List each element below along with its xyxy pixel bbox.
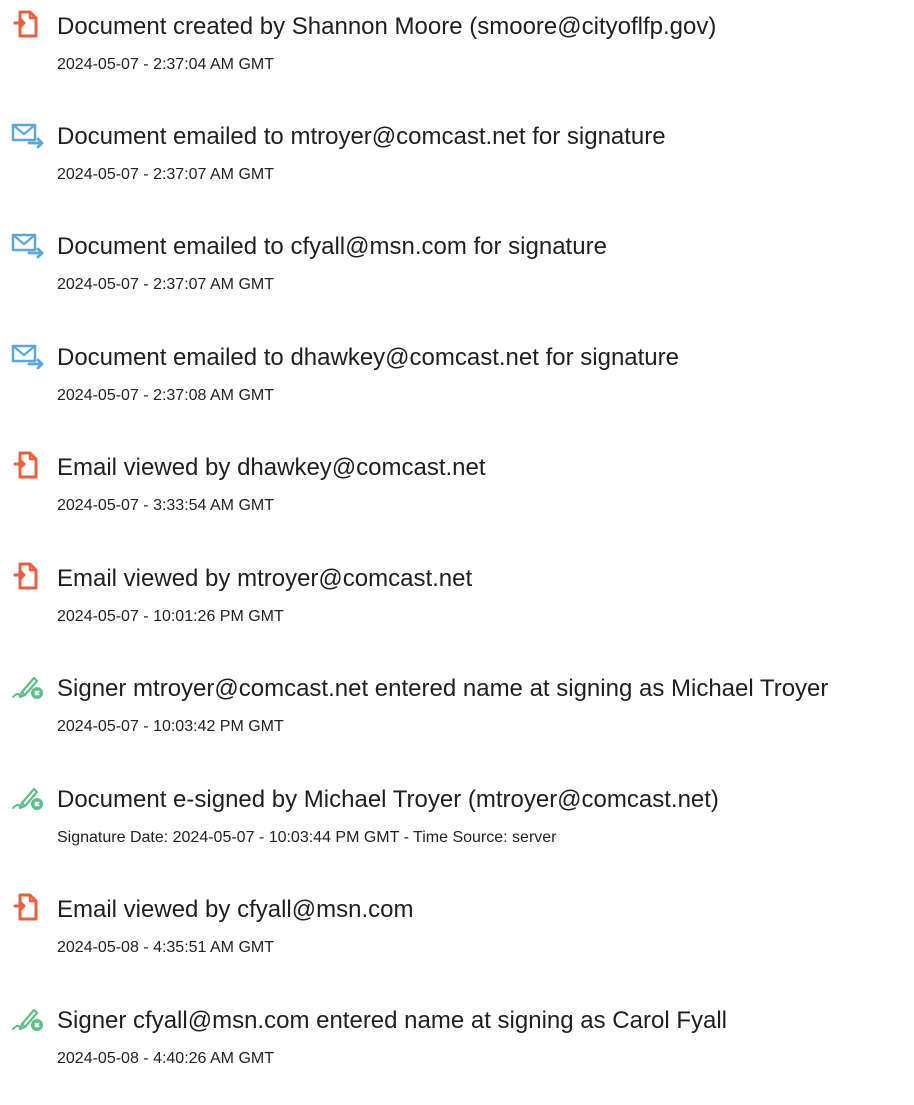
document-icon — [10, 561, 46, 591]
event-description: Signer mtroyer@comcast.net entered name … — [57, 675, 829, 702]
event-timestamp: 2024-05-07 - 10:01:26 PM GMT — [57, 608, 284, 625]
event-description: Document emailed to mtroyer@comcast.net … — [57, 123, 666, 150]
event-timestamp: 2024-05-07 - 10:03:42 PM GMT — [57, 718, 284, 735]
event-timestamp: 2024-05-07 - 2:37:07 AM GMT — [57, 166, 274, 183]
event-description: Email viewed by mtroyer@comcast.net — [57, 565, 473, 592]
event-timestamp: 2024-05-07 - 3:33:54 AM GMT — [57, 497, 274, 514]
esign-icon — [10, 1003, 46, 1033]
event-description: Document created by Shannon Moore (smoor… — [57, 13, 717, 40]
event-description: Email viewed by dhawkey@comcast.net — [57, 454, 486, 481]
event-timestamp: Signature Date: 2024-05-07 - 10:03:44 PM… — [57, 829, 557, 846]
event-timestamp: 2024-05-07 - 2:37:07 AM GMT — [57, 276, 274, 293]
email-icon — [10, 119, 46, 149]
event-description: Email viewed by cfyall@msn.com — [57, 896, 414, 923]
esign-icon — [10, 782, 46, 812]
event-description: Document emailed to cfyall@msn.com for s… — [57, 233, 607, 260]
document-icon — [10, 9, 46, 39]
email-icon — [10, 340, 46, 370]
event-timestamp: 2024-05-08 - 4:35:51 AM GMT — [57, 939, 274, 956]
event-description: Signer cfyall@msn.com entered name at si… — [57, 1007, 727, 1034]
email-icon — [10, 229, 46, 259]
audit-event: Document emailed to cfyall@msn.com for s… — [0, 220, 914, 310]
audit-event: Document emailed to mtroyer@comcast.net … — [0, 110, 914, 200]
audit-event: Email viewed by dhawkey@comcast.net 2024… — [0, 441, 914, 531]
event-timestamp: 2024-05-07 - 2:37:04 AM GMT — [57, 56, 274, 73]
event-timestamp: 2024-05-07 - 2:37:08 AM GMT — [57, 387, 274, 404]
event-description: Document e-signed by Michael Troyer (mtr… — [57, 786, 719, 813]
audit-event: Email viewed by mtroyer@comcast.net 2024… — [0, 552, 914, 642]
event-description: Document emailed to dhawkey@comcast.net … — [57, 344, 679, 371]
audit-event: Document e-signed by Michael Troyer (mtr… — [0, 773, 914, 863]
audit-event: Email viewed by cfyall@msn.com 2024-05-0… — [0, 883, 914, 973]
event-timestamp: 2024-05-08 - 4:40:26 AM GMT — [57, 1050, 274, 1067]
audit-event: Document created by Shannon Moore (smoor… — [0, 0, 914, 90]
esign-icon — [10, 671, 46, 701]
audit-event: Signer mtroyer@comcast.net entered name … — [0, 662, 914, 752]
document-icon — [10, 892, 46, 922]
audit-event: Document emailed to dhawkey@comcast.net … — [0, 331, 914, 421]
audit-event: Signer cfyall@msn.com entered name at si… — [0, 994, 914, 1084]
document-icon — [10, 450, 46, 480]
